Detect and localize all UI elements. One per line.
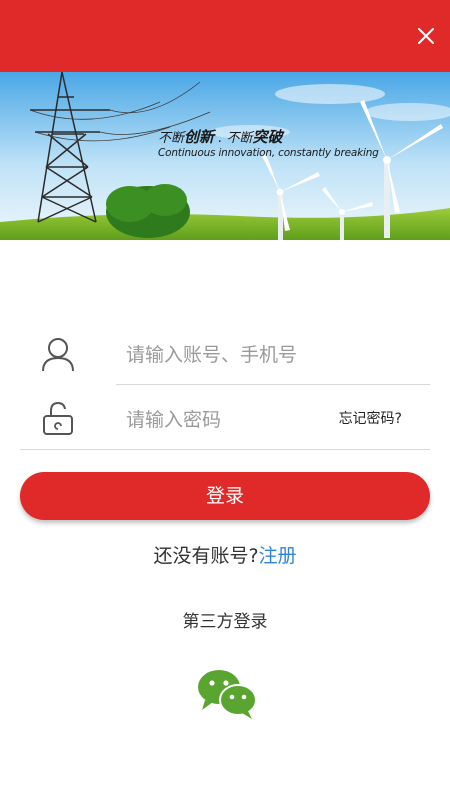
slogan-bold-1: 创新 bbox=[184, 128, 215, 146]
top-bar bbox=[0, 0, 450, 72]
close-button[interactable] bbox=[410, 20, 442, 52]
register-prompt: 还没有账号? bbox=[153, 545, 259, 567]
close-icon bbox=[418, 28, 434, 44]
password-input[interactable]: 请输入密码 bbox=[126, 405, 221, 432]
register-prompt-line: 还没有账号?注册 bbox=[0, 541, 450, 568]
slogan-sep: . bbox=[218, 131, 223, 146]
slogan-prefix-1: 不断 bbox=[158, 131, 185, 146]
account-divider bbox=[116, 384, 430, 385]
slogan-prefix-2: 不断 bbox=[226, 131, 253, 146]
forgot-password-link[interactable]: 忘记密码? bbox=[339, 408, 402, 428]
account-input[interactable]: 请输入账号、手机号 bbox=[126, 340, 297, 367]
lock-icon bbox=[38, 398, 78, 438]
login-button[interactable]: 登录 bbox=[20, 472, 430, 520]
slogan-en: Continuous innovation, constantly breaki… bbox=[158, 147, 379, 159]
slogan-cn: 不断创新 . 不断突破 bbox=[158, 126, 379, 147]
password-divider bbox=[20, 449, 430, 450]
wechat-login-button[interactable] bbox=[196, 666, 258, 720]
third-party-label: 第三方登录 bbox=[182, 612, 268, 632]
user-icon bbox=[38, 333, 78, 373]
register-link[interactable]: 注册 bbox=[259, 545, 297, 567]
slogan-bold-2: 突破 bbox=[252, 128, 283, 146]
banner-slogan: 不断创新 . 不断突破 Continuous innovation, const… bbox=[158, 126, 379, 159]
wechat-icon bbox=[198, 670, 257, 719]
